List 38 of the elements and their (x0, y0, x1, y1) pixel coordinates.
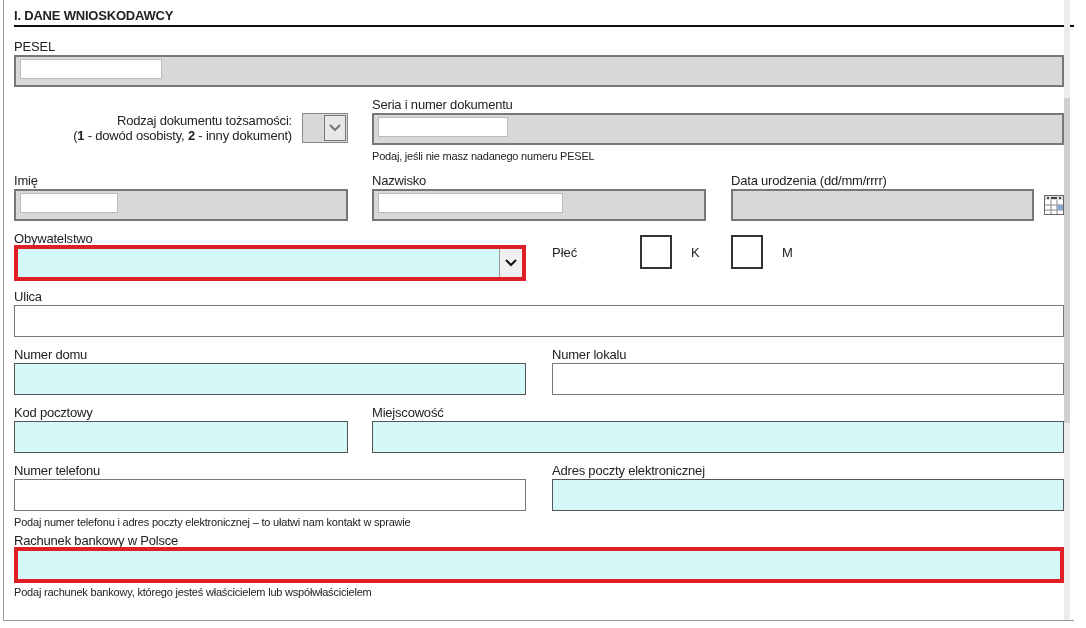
field-label: Miejscowość (372, 405, 445, 420)
input-field[interactable] (552, 479, 1064, 511)
hint-text: Podaj rachunek bankowy, którego jesteś właścicielem lub współwłaścicielem (14, 586, 373, 599)
field-label: Numer domu (14, 347, 89, 362)
field-label: Rodzaj dokumentu tożsamości: (115, 113, 292, 128)
field-label: Imię (14, 173, 39, 188)
checkbox[interactable] (640, 235, 672, 269)
field-label: Adres poczty elektronicznej (552, 463, 706, 478)
caret-icon[interactable] (499, 249, 522, 277)
field-label: Numer telefonu (14, 463, 102, 478)
field-label: Seria i numer dokumentu (372, 97, 514, 112)
input-field[interactable] (14, 421, 348, 453)
scrollbar-thumb[interactable] (1064, 98, 1070, 423)
input-field[interactable] (14, 363, 526, 395)
calendar-icon[interactable] (1044, 195, 1064, 215)
hint-text: Podaj, jeśli nie masz nadanego numeru PESEL (372, 150, 596, 163)
field-label: Ulica (14, 289, 43, 304)
section-title: I. DANE WNIOSKODAWCY (14, 0, 1074, 27)
field-label: PESEL (14, 39, 56, 54)
checkbox[interactable] (731, 235, 763, 269)
input-field[interactable] (14, 479, 526, 511)
field-label: Kod pocztowy (14, 405, 94, 420)
field-label: Płeć (552, 244, 579, 260)
input-field[interactable] (14, 305, 1064, 337)
field-label: Rachunek bankowy w Polsce (14, 533, 180, 548)
hint-text: Podaj numer telefonu i adres poczty elektronicznej – to ułatwi nam kontakt w sprawie (14, 516, 412, 529)
scrollbar[interactable] (1064, 0, 1070, 620)
input-field[interactable] (14, 547, 1064, 583)
field-label: Nazwisko (372, 173, 428, 188)
field-note: (1 - dowód osobisty, 2 - inny dokument) (73, 128, 292, 143)
option-label: M (781, 244, 794, 260)
input-field[interactable] (372, 421, 1064, 453)
field-label: Data urodzenia (dd/mm/rrrr) (731, 173, 888, 188)
field-label: Obywatelstwo (14, 231, 94, 246)
option-label: K (690, 244, 701, 260)
input-field[interactable] (552, 363, 1064, 395)
field-label: Numer lokalu (552, 347, 628, 362)
dropdown[interactable] (14, 245, 526, 281)
